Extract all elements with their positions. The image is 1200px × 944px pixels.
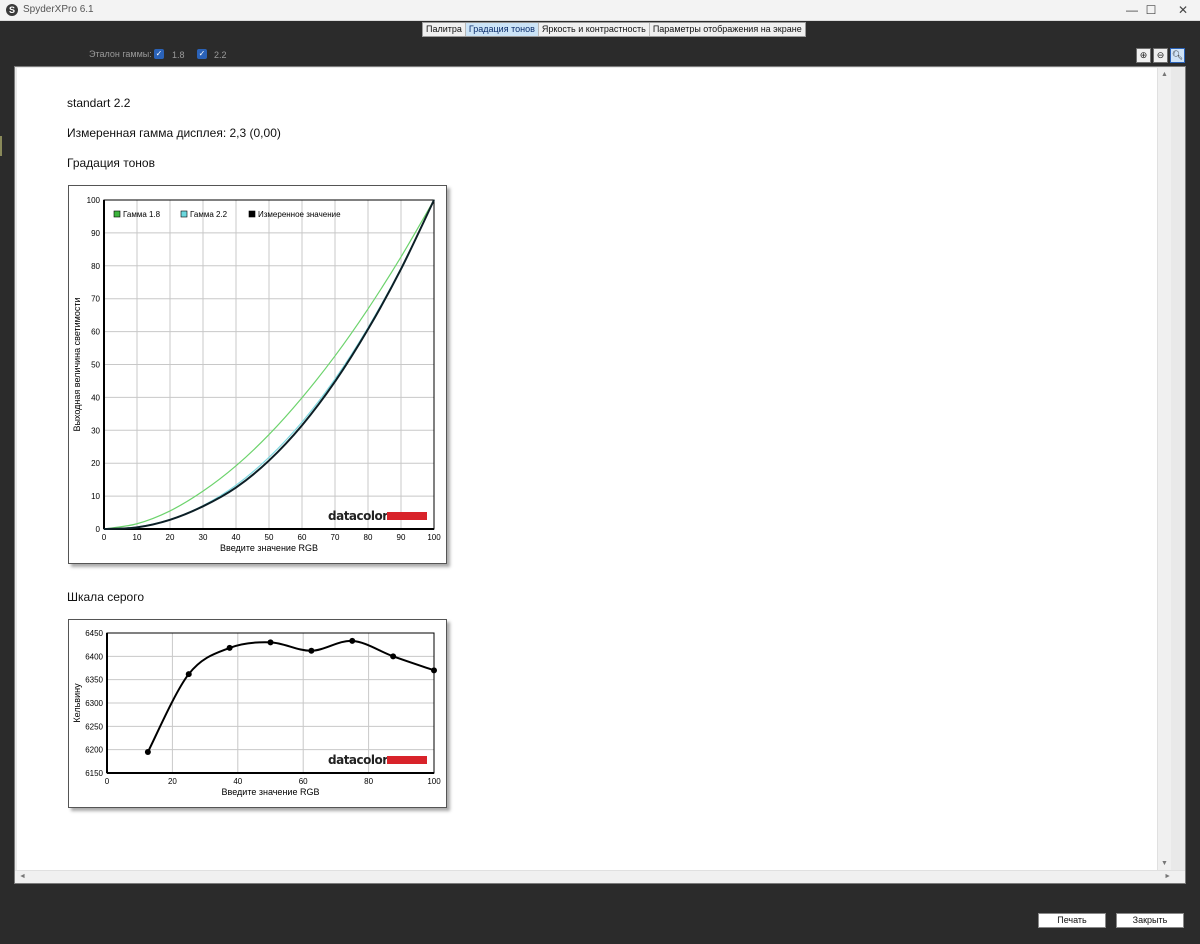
y-tick-label: 6250 bbox=[85, 722, 103, 731]
window-edge-marker bbox=[0, 136, 2, 156]
data-point bbox=[185, 671, 192, 678]
legend-swatch bbox=[113, 210, 121, 218]
window-title: SpyderXPro 6.1 bbox=[23, 4, 94, 15]
x-tick-label: 0 bbox=[105, 777, 110, 786]
data-point bbox=[144, 749, 151, 755]
x-tick-label: 30 bbox=[199, 533, 208, 542]
legend-swatch bbox=[248, 210, 256, 218]
x-tick-label: 60 bbox=[299, 777, 308, 786]
zoom-fit-icon[interactable]: 🔍︎ bbox=[1170, 48, 1185, 63]
datacolor-logo-text: datacolor bbox=[328, 509, 388, 523]
y-tick-label: 6450 bbox=[85, 629, 103, 638]
x-tick-label: 80 bbox=[364, 777, 373, 786]
report-page: standart 2.2 Измеренная гамма дисплея: 2… bbox=[17, 68, 1171, 871]
y-tick-label: 80 bbox=[91, 262, 100, 271]
x-tick-label: 90 bbox=[397, 533, 406, 542]
print-button[interactable]: Печать bbox=[1038, 913, 1106, 928]
gamma-1-8-checkbox[interactable]: ✓ bbox=[154, 49, 164, 59]
y-tick-label: 60 bbox=[91, 328, 100, 337]
tab-strip: Палитра Градация тонов Яркость и контрас… bbox=[0, 21, 1200, 41]
profile-name: standart 2.2 bbox=[67, 96, 131, 110]
tab-palette[interactable]: Палитра bbox=[423, 23, 466, 36]
data-point bbox=[390, 653, 397, 660]
legend-label: Измеренное значение bbox=[258, 210, 341, 219]
datacolor-logo-bar bbox=[387, 512, 427, 520]
x-tick-label: 20 bbox=[168, 777, 177, 786]
data-point bbox=[349, 637, 356, 644]
close-button[interactable]: Закрыть bbox=[1116, 913, 1184, 928]
y-axis-label: Выходная величина светимости bbox=[72, 297, 82, 431]
y-tick-label: 10 bbox=[91, 492, 100, 501]
y-tick-label: 0 bbox=[96, 525, 101, 534]
tab-display-settings[interactable]: Параметры отображения на экране bbox=[650, 23, 805, 36]
measured-gamma-text: Измеренная гамма дисплея: 2,3 (0,00) bbox=[67, 126, 281, 140]
tab-brightness-contrast[interactable]: Яркость и контрастность bbox=[539, 23, 650, 36]
gamma-reference-bar: Эталон гаммы: ✓ 1.8 ✓ 2.2 ⊕ ⊖ 🔍︎ bbox=[0, 41, 1200, 66]
x-tick-label: 40 bbox=[232, 533, 241, 542]
y-tick-label: 90 bbox=[91, 229, 100, 238]
y-tick-label: 50 bbox=[91, 361, 100, 370]
zoom-out-icon[interactable]: ⊖ bbox=[1153, 48, 1168, 63]
report-viewer: standart 2.2 Измеренная гамма дисплея: 2… bbox=[14, 66, 1186, 884]
y-tick-label: 6300 bbox=[85, 699, 103, 708]
title-bar: S SpyderXPro 6.1 — ☐ ✕ bbox=[0, 0, 1200, 21]
y-tick-label: 6200 bbox=[85, 746, 103, 755]
x-tick-label: 20 bbox=[166, 533, 175, 542]
gamma-2-2-label: 2.2 bbox=[214, 50, 227, 60]
data-point bbox=[226, 644, 233, 651]
y-tick-label: 30 bbox=[91, 426, 100, 435]
horizontal-scrollbar[interactable]: ◄ ► bbox=[15, 870, 1185, 883]
x-tick-label: 10 bbox=[133, 533, 142, 542]
maximize-button[interactable]: ☐ bbox=[1134, 0, 1168, 21]
legend-label: Гамма 1.8 bbox=[123, 210, 161, 219]
y-tick-label: 6350 bbox=[85, 676, 103, 685]
legend-label: Гамма 2.2 bbox=[190, 210, 228, 219]
scroll-down-arrow-icon[interactable]: ▼ bbox=[1161, 860, 1168, 867]
grayscale-chart: 0 20 40 60 80 100 6150 6200 6250 6300 6350 6400 6450… bbox=[68, 619, 447, 808]
y-tick-label: 20 bbox=[91, 459, 100, 468]
y-tick-label: 40 bbox=[91, 393, 100, 402]
gray-section-title: Шкала серого bbox=[67, 590, 145, 604]
gamma-1-8-label: 1.8 bbox=[172, 50, 185, 60]
x-tick-label: 80 bbox=[364, 533, 373, 542]
tone-curve-chart: 0 10 20 30 40 50 60 70 80 90 100 0 10 20 30 40 50 60 70 80 9… bbox=[68, 185, 447, 564]
vertical-scrollbar[interactable]: ▲ ▼ bbox=[1157, 68, 1171, 871]
datacolor-logo-bar bbox=[387, 756, 427, 764]
tone-curve-svg: 0 10 20 30 40 50 60 70 80 90 100 0 10 20 30 40 50 60 70 80 9… bbox=[72, 196, 441, 553]
grayscale-svg: 0 20 40 60 80 100 6150 6200 6250 6300 6350 6400 6450… bbox=[72, 629, 441, 797]
data-point bbox=[431, 667, 437, 674]
scroll-up-arrow-icon[interactable]: ▲ bbox=[1161, 71, 1168, 78]
tab-tone-gradation[interactable]: Градация тонов bbox=[465, 23, 539, 36]
x-tick-label: 100 bbox=[427, 533, 441, 542]
y-tick-label: 6400 bbox=[85, 652, 103, 661]
tab-bar: Палитра Градация тонов Яркость и контрас… bbox=[422, 22, 806, 37]
bottom-bar: Печать Закрыть bbox=[0, 897, 1200, 944]
zoom-in-icon[interactable]: ⊕ bbox=[1136, 48, 1151, 63]
gamma-reference-label: Эталон гаммы: bbox=[89, 49, 152, 59]
gamma-2-2-checkbox[interactable]: ✓ bbox=[197, 49, 207, 59]
close-window-button[interactable]: ✕ bbox=[1166, 0, 1200, 21]
app-logo-icon: S bbox=[6, 4, 18, 16]
y-axis-label: Кельвину bbox=[72, 683, 82, 723]
data-point bbox=[267, 639, 274, 646]
x-tick-label: 100 bbox=[427, 777, 441, 786]
x-tick-label: 40 bbox=[233, 777, 242, 786]
x-tick-label: 60 bbox=[298, 533, 307, 542]
legend-swatch bbox=[180, 210, 188, 218]
scroll-left-arrow-icon[interactable]: ◄ bbox=[19, 873, 26, 880]
tone-section-title: Градация тонов bbox=[67, 156, 155, 170]
x-tick-label: 70 bbox=[331, 533, 340, 542]
x-tick-label: 50 bbox=[265, 533, 274, 542]
x-tick-label: 0 bbox=[102, 533, 107, 542]
x-axis-label: Введите значение RGB bbox=[222, 787, 320, 797]
y-tick-label: 6150 bbox=[85, 769, 103, 778]
datacolor-logo-text: datacolor bbox=[328, 753, 388, 767]
y-tick-label: 100 bbox=[87, 196, 101, 205]
data-point bbox=[308, 647, 315, 654]
scroll-right-arrow-icon[interactable]: ► bbox=[1164, 873, 1171, 880]
y-tick-label: 70 bbox=[91, 295, 100, 304]
x-axis-label: Введите значение RGB bbox=[220, 543, 318, 553]
